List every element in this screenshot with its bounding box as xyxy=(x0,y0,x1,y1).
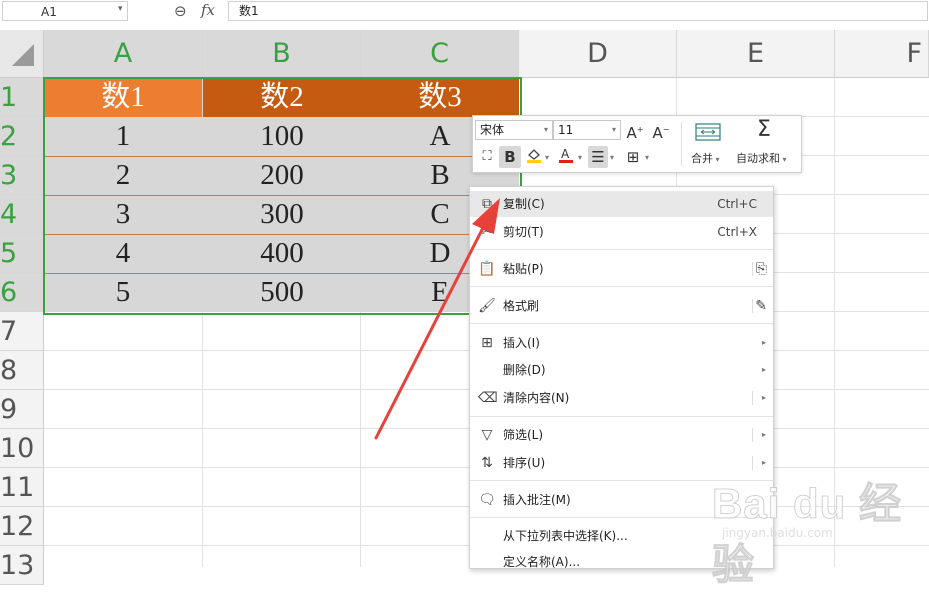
menu-item-paste[interactable]: 📋 粘贴(P) ⎘ xyxy=(470,256,773,282)
menu-separator xyxy=(470,323,773,324)
menu-separator xyxy=(470,286,773,287)
menu-item-divider xyxy=(752,391,753,405)
submenu-arrow-icon: ▸ xyxy=(761,338,766,347)
column-header-c[interactable]: C xyxy=(361,30,519,78)
menu-item-label: 插入批注(M) xyxy=(503,493,571,507)
row-header-8[interactable]: 8 xyxy=(0,351,44,390)
merge-label: 合并 xyxy=(691,152,713,165)
menu-item-divider xyxy=(752,456,753,470)
font-name-value: 宋体 xyxy=(480,123,505,137)
column-header-f[interactable]: F xyxy=(835,30,929,78)
menu-item-divider xyxy=(752,299,753,313)
menu-item-label: 清除内容(N) xyxy=(503,391,570,405)
row-header-6[interactable]: 6 xyxy=(0,273,44,312)
formula-input[interactable]: 数1 xyxy=(228,1,928,21)
menu-item-filter[interactable]: ▽ 筛选(L) ▸ xyxy=(470,422,773,448)
comment-icon: 🗨 xyxy=(478,492,496,508)
merge-button[interactable]: 合并 ▾ xyxy=(691,150,720,166)
menu-item-label: 从下拉列表中选择(K)... xyxy=(503,529,628,543)
menu-item-insert[interactable]: ⊞ 插入(I) ▸ xyxy=(470,330,773,356)
column-header-d[interactable]: D xyxy=(519,30,677,78)
submenu-arrow-icon: ▸ xyxy=(761,393,766,402)
chevron-down-icon[interactable]: ▾ xyxy=(578,153,582,162)
chevron-down-icon[interactable]: ▾ xyxy=(610,153,614,162)
menu-item-cut[interactable]: ✂ 剪切(T) Ctrl+X xyxy=(470,219,773,245)
select-icon[interactable]: ⛶ xyxy=(477,146,497,168)
autosum-label: 自动求和 xyxy=(736,152,780,165)
bold-button[interactable]: B xyxy=(499,146,521,168)
menu-item-label: 排序(U) xyxy=(503,456,546,470)
row-header-11[interactable]: 11 xyxy=(0,468,44,507)
column-header-b[interactable]: B xyxy=(203,30,361,78)
chevron-down-icon: ▾ xyxy=(544,125,549,134)
paste-options-icon[interactable]: ⎘ xyxy=(756,256,767,282)
select-all-triangle-icon xyxy=(12,44,34,66)
toolbar-divider xyxy=(681,122,682,166)
menu-item-delete[interactable]: 删除(D) ▸ xyxy=(470,357,773,383)
menu-item-format-painter[interactable]: 🖌 格式刷 ✎ xyxy=(470,293,773,319)
svg-text:A: A xyxy=(561,147,570,161)
submenu-arrow-icon: ▸ xyxy=(761,430,766,439)
sum-icon[interactable]: Σ xyxy=(751,119,777,141)
row-header-1[interactable]: 1 xyxy=(0,78,44,117)
menu-item-divider xyxy=(752,428,753,442)
column-header-e[interactable]: E xyxy=(677,30,835,78)
chevron-down-icon[interactable]: ▾ xyxy=(545,153,549,162)
merge-icon[interactable] xyxy=(695,122,721,142)
baidu-watermark: Bai du 经验 jingyan.baidu.com xyxy=(712,470,922,589)
menu-item-label: 定义名称(A)... xyxy=(503,555,581,569)
annotation-arrow-shaft xyxy=(374,216,490,440)
row-header-13[interactable]: 13 xyxy=(0,546,44,585)
menu-item-copy[interactable]: ⧉ 复制(C) Ctrl+C xyxy=(470,191,773,217)
font-color-icon[interactable]: A xyxy=(557,146,575,168)
chevron-down-icon[interactable]: ▾ xyxy=(645,153,649,162)
font-size-value: 11 xyxy=(558,123,574,137)
autosum-button[interactable]: 自动求和 ▾ xyxy=(736,150,787,166)
row-header-9[interactable]: 9 xyxy=(0,390,44,429)
chevron-down-icon: ▾ xyxy=(612,125,617,134)
menu-separator xyxy=(470,249,773,250)
zoom-icon[interactable]: ⊖ xyxy=(174,2,187,20)
font-size-select[interactable]: 11 ▾ xyxy=(553,120,621,140)
submenu-arrow-icon: ▸ xyxy=(761,365,766,374)
name-box[interactable]: A1 xyxy=(2,1,128,21)
menu-item-shortcut: Ctrl+C xyxy=(717,197,757,211)
row-header-7[interactable]: 7 xyxy=(0,312,44,351)
border-icon[interactable]: ⊞ xyxy=(623,146,643,168)
decrease-font-icon[interactable]: A− xyxy=(651,119,671,142)
fx-icon[interactable]: fx xyxy=(201,1,215,19)
row-header-2[interactable]: 2 xyxy=(0,117,44,156)
menu-item-shortcut: Ctrl+X xyxy=(717,225,757,239)
row-header-3[interactable]: 3 xyxy=(0,156,44,195)
mini-toolbar: 宋体 ▾ 11 ▾ A+ A− ⛶ B ▾ A ▾ ☰ ▾ ⊞ ▾ 合并 ▾ Σ… xyxy=(472,115,802,173)
annotation-arrow-head xyxy=(472,198,500,234)
row-header-10[interactable]: 10 xyxy=(0,429,44,468)
row-header-12[interactable]: 12 xyxy=(0,507,44,546)
watermark-url: jingyan.baidu.com xyxy=(722,526,833,540)
row-header-4[interactable]: 4 xyxy=(0,195,44,234)
row-header-5[interactable]: 5 xyxy=(0,234,44,273)
align-center-icon[interactable]: ☰ xyxy=(588,146,608,168)
sort-icon: ⇅ xyxy=(481,455,493,471)
chevron-down-icon[interactable]: ▾ xyxy=(118,4,123,14)
format-painter-multi-icon[interactable]: ✎ xyxy=(755,293,767,319)
fill-color-icon[interactable] xyxy=(525,146,543,168)
increase-font-icon[interactable]: A+ xyxy=(625,119,645,142)
menu-separator xyxy=(470,416,773,417)
font-name-select[interactable]: 宋体 ▾ xyxy=(475,120,553,140)
column-header-a[interactable]: A xyxy=(44,30,203,78)
annotation-arrow xyxy=(374,198,500,440)
menu-item-divider xyxy=(752,262,753,276)
menu-item-clear[interactable]: ⌫ 清除内容(N) ▸ xyxy=(470,385,773,411)
